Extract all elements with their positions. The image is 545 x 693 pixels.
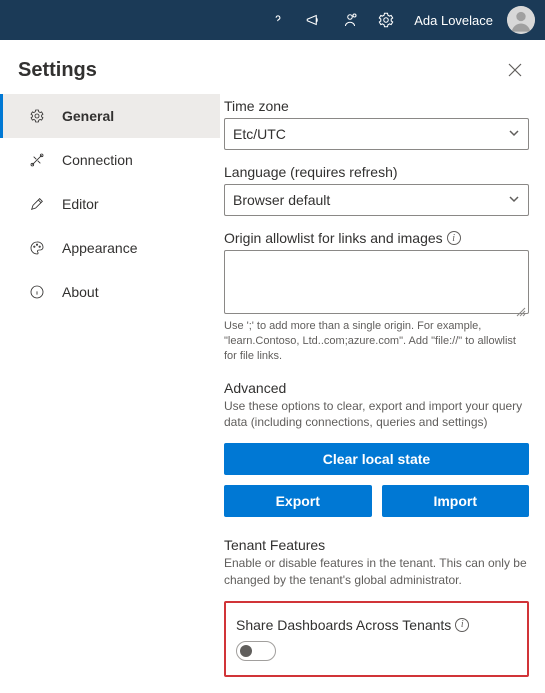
- avatar[interactable]: [507, 6, 535, 34]
- pencil-icon: [28, 196, 46, 212]
- toggle-knob: [240, 645, 252, 657]
- sidebar-item-label: About: [62, 284, 99, 300]
- close-button[interactable]: [503, 58, 527, 82]
- connection-icon: [28, 152, 46, 168]
- export-button[interactable]: Export: [224, 485, 372, 517]
- page-title: Settings: [18, 59, 97, 82]
- allowlist-label: Origin allowlist for links and images i: [224, 230, 529, 246]
- announce-icon[interactable]: [298, 0, 330, 40]
- timezone-value: Etc/UTC: [233, 126, 286, 142]
- import-button[interactable]: Import: [382, 485, 530, 517]
- sidebar-item-label: Appearance: [62, 240, 138, 256]
- panel-header: Settings: [0, 40, 545, 90]
- gear-icon: [28, 108, 46, 124]
- sidebar-item-editor[interactable]: Editor: [0, 182, 220, 226]
- settings-content: Time zone Etc/UTC Language (requires ref…: [220, 90, 545, 693]
- sidebar-item-label: Editor: [62, 196, 99, 212]
- chevron-down-icon: [508, 192, 520, 208]
- settings-gear-icon[interactable]: [370, 0, 402, 40]
- chevron-down-icon: [508, 126, 520, 142]
- share-dashboards-toggle[interactable]: [236, 641, 276, 661]
- sidebar-item-label: General: [62, 108, 114, 124]
- info-icon[interactable]: i: [447, 231, 461, 245]
- allowlist-input[interactable]: [224, 250, 529, 314]
- language-label: Language (requires refresh): [224, 164, 529, 180]
- tenant-desc: Enable or disable features in the tenant…: [224, 555, 529, 589]
- language-select[interactable]: Browser default: [224, 184, 529, 216]
- sidebar-item-appearance[interactable]: Appearance: [0, 226, 220, 270]
- timezone-select[interactable]: Etc/UTC: [224, 118, 529, 150]
- palette-icon: [28, 240, 46, 256]
- info-icon[interactable]: i: [455, 618, 469, 632]
- help-icon[interactable]: [262, 0, 294, 40]
- sidebar-item-about[interactable]: About: [0, 270, 220, 314]
- language-value: Browser default: [233, 192, 330, 208]
- feedback-icon[interactable]: [334, 0, 366, 40]
- timezone-label: Time zone: [224, 98, 529, 114]
- sidebar-item-connection[interactable]: Connection: [0, 138, 220, 182]
- sidebar-item-general[interactable]: General: [0, 94, 220, 138]
- app-topbar: Ada Lovelace: [0, 0, 545, 40]
- user-name[interactable]: Ada Lovelace: [406, 13, 497, 28]
- advanced-desc: Use these options to clear, export and i…: [224, 398, 529, 432]
- sidebar-item-label: Connection: [62, 152, 133, 168]
- clear-local-state-button[interactable]: Clear local state: [224, 443, 529, 475]
- tenant-title: Tenant Features: [224, 537, 529, 553]
- info-icon: [28, 284, 46, 300]
- share-dashboards-label: Share Dashboards Across Tenants i: [236, 617, 517, 633]
- advanced-title: Advanced: [224, 380, 529, 396]
- tenant-highlight: Share Dashboards Across Tenants i: [224, 601, 529, 677]
- allowlist-help: Use ';' to add more than a single origin…: [224, 319, 529, 364]
- settings-sidebar: General Connection Editor Appearance Abo: [0, 90, 220, 693]
